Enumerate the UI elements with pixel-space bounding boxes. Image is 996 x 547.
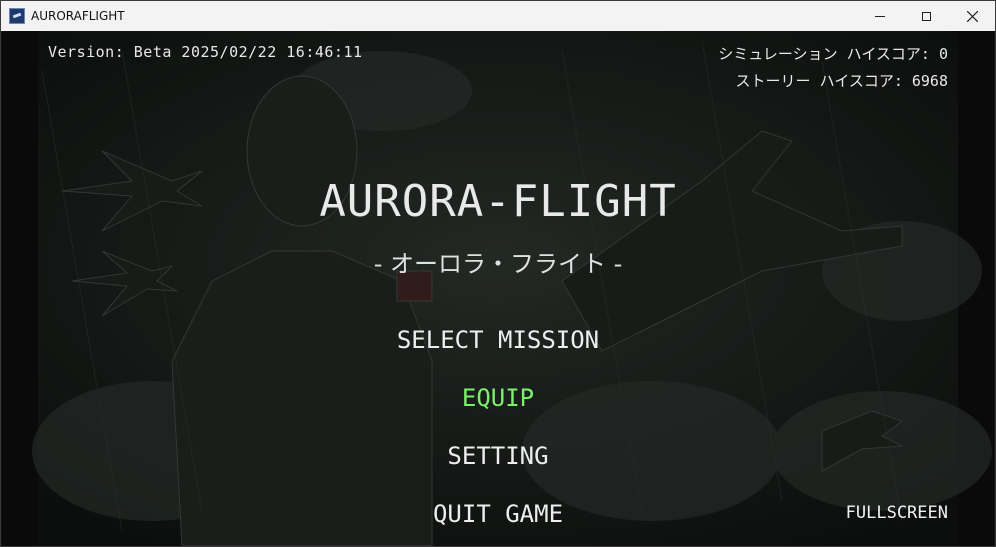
menu-select-mission[interactable]: SELECT MISSION [2,326,994,354]
version-label: Version: Beta 2025/02/22 16:46:11 [48,43,363,61]
fullscreen-button[interactable]: FULLSCREEN [846,503,948,523]
minimize-button[interactable] [857,1,903,31]
app-window: AURORAFLIGHT Version: Beta 2025/02/22 16… [0,0,996,547]
highscore-panel: シミュレーション ハイスコア: 0 ストーリー ハイスコア: 6968 [718,41,948,95]
window-title: AURORAFLIGHT [31,9,125,23]
game-subtitle: - オーロラ・フライト - [373,250,623,278]
minimize-icon [875,15,885,17]
menu-equip[interactable]: EQUIP [2,384,994,412]
game-title: AURORA-FLIGHT [319,176,677,227]
game-canvas[interactable]: Version: Beta 2025/02/22 16:46:11 シミュレーシ… [2,31,994,546]
title-bar[interactable]: AURORAFLIGHT [1,1,995,31]
app-icon [9,8,25,24]
close-icon [966,10,978,22]
menu-setting[interactable]: SETTING [2,442,994,470]
simulation-highscore: シミュレーション ハイスコア: 0 [718,45,948,63]
maximize-icon [921,11,931,21]
maximize-button[interactable] [903,1,949,31]
close-button[interactable] [949,1,995,31]
story-highscore: ストーリー ハイスコア: 6968 [735,72,948,90]
